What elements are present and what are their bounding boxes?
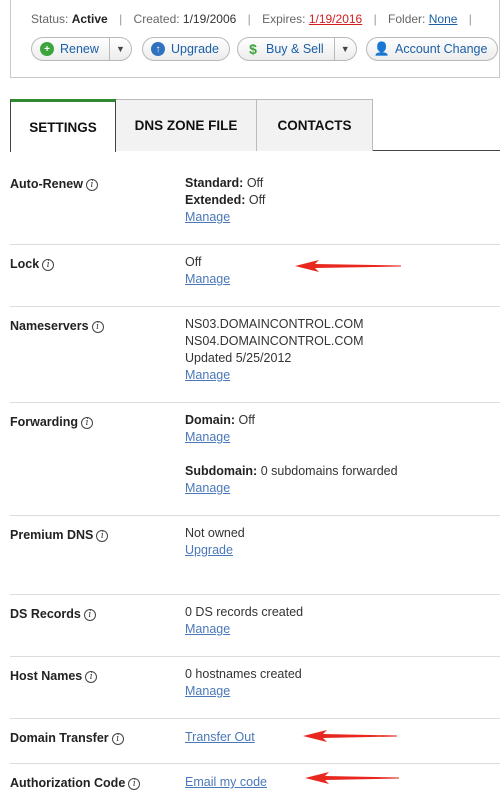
setting-row-host-names: Host Names i 0 hostnames created Manage [10,657,500,719]
email-my-code-link[interactable]: Email my code [185,775,267,789]
created-value: 1/19/2006 [182,12,237,26]
setting-value: Off Manage [185,254,230,288]
tab-contacts[interactable]: CONTACTS [256,99,373,151]
setting-row-ds-records: DS Records i 0 DS records created Manage [10,595,500,657]
info-icon[interactable]: i [85,179,98,191]
setting-name: Nameservers i [10,319,104,333]
account-change-button[interactable]: 👤 Account Change [366,37,499,61]
person-icon: 👤 [373,41,391,56]
extended-value: Off [248,193,266,207]
separator: | [247,12,251,26]
info-icon[interactable]: i [96,530,109,542]
setting-value: Email my code [185,774,267,791]
account-change-label: Account Change [395,42,488,56]
nameservers-updated: Updated 5/25/2012 [185,351,292,365]
domain-summary-box: Status: Active | Created: 1/19/2006 | Ex… [10,0,500,78]
ds-records-value: 0 DS records created [185,605,304,619]
nameserver-2: NS04.DOMAINCONTROL.COM [185,334,364,348]
subdomain-label: Subdomain: [185,464,258,478]
extended-label: Extended: [185,193,246,207]
tab-settings[interactable]: SETTINGS [10,99,116,152]
setting-name: Host Names i [10,669,98,683]
upgrade-button[interactable]: ↑ Upgrade [142,37,230,61]
info-icon[interactable]: i [42,259,55,271]
renew-dropdown-chevron-icon[interactable]: ▼ [108,38,131,60]
manage-link[interactable]: Manage [185,430,230,444]
setting-row-premium-dns: Premium DNS i Not owned Upgrade [10,516,500,595]
subdomain-value: 0 subdomains forwarded [260,464,398,478]
setting-value: Domain: Off Manage Subdomain: 0 subdomai… [185,412,398,497]
setting-value: Transfer Out [185,729,255,746]
transfer-out-link[interactable]: Transfer Out [185,730,255,744]
buy-sell-button[interactable]: $ Buy & Sell ▼ [237,37,357,61]
manage-link[interactable]: Manage [185,368,230,382]
info-icon[interactable]: i [111,733,124,745]
info-icon[interactable]: i [85,671,98,683]
setting-row-domain-transfer: Domain Transfer i Transfer Out [10,719,500,764]
setting-value: Standard: Off Extended: Off Manage [185,175,265,226]
manage-link[interactable]: Manage [185,481,230,495]
info-icon[interactable]: i [83,609,96,621]
setting-row-authorization-code: Authorization Code i Email my code [10,764,500,812]
standard-value: Off [246,176,264,190]
red-arrow-lock [295,260,401,272]
manage-link[interactable]: Manage [185,272,230,286]
plus-circle-icon: + [40,42,54,56]
info-icon[interactable]: i [128,778,141,790]
setting-name: Domain Transfer i [10,731,124,745]
setting-row-nameservers: Nameservers i NS03.DOMAINCONTROL.COM NS04… [10,307,500,403]
setting-value: Not owned Upgrade [185,525,245,559]
expires-label: Expires: [262,12,306,26]
info-icon[interactable]: i [81,417,94,429]
tab-dns-zone-file[interactable]: DNS ZONE FILE [115,99,257,151]
expires-link[interactable]: 1/19/2016 [309,12,362,26]
info-icon[interactable]: i [91,321,104,333]
manage-link[interactable]: Manage [185,622,230,636]
separator: | [373,12,377,26]
created-label: Created: [133,12,180,26]
setting-name: Premium DNS i [10,528,109,542]
domain-label: Domain: [185,413,235,427]
red-arrow-auth-code [305,772,399,784]
setting-value: 0 hostnames created Manage [185,666,302,700]
buy-sell-label: Buy & Sell [266,42,324,56]
standard-label: Standard: [185,176,244,190]
renew-label: Renew [60,42,99,56]
renew-button[interactable]: + Renew ▼ [31,37,132,61]
status-line: Status: Active | Created: 1/19/2006 | Ex… [31,12,480,26]
buy-sell-dropdown-chevron-icon[interactable]: ▼ [333,38,356,60]
folder-label: Folder: [388,12,426,26]
setting-name: Lock i [10,257,55,271]
manage-link[interactable]: Manage [185,210,230,224]
separator: | [468,12,472,26]
setting-name: Auto-Renew i [10,177,98,191]
manage-link[interactable]: Manage [185,684,230,698]
separator: | [119,12,123,26]
status-value: Active [71,12,108,26]
dollar-icon: $ [249,41,257,57]
lock-value: Off [185,255,202,269]
setting-name: Authorization Code i [10,776,141,790]
setting-row-lock: Lock i Off Manage [10,245,500,307]
nameserver-1: NS03.DOMAINCONTROL.COM [185,317,364,331]
domain-value: Off [238,413,255,427]
up-arrow-circle-icon: ↑ [151,42,165,56]
setting-name: DS Records i [10,607,96,621]
setting-value: NS03.DOMAINCONTROL.COM NS04.DOMAINCONTRO… [185,316,364,384]
setting-name: Forwarding i [10,415,94,429]
upgrade-label: Upgrade [171,42,219,56]
setting-value: 0 DS records created Manage [185,604,303,638]
status-label: Status: [31,12,69,26]
upgrade-link[interactable]: Upgrade [185,543,233,557]
setting-row-forwarding: Forwarding i Domain: Off Manage Subdomain… [10,403,500,516]
premium-dns-value: Not owned [185,526,245,540]
setting-row-auto-renew: Auto-Renew i Standard: Off Extended: Off … [10,151,500,245]
red-arrow-transfer [303,730,397,742]
tab-bar: SETTINGS DNS ZONE FILE CONTACTS [10,99,500,152]
folder-link[interactable]: None [429,12,458,26]
host-names-value: 0 hostnames created [185,667,302,681]
